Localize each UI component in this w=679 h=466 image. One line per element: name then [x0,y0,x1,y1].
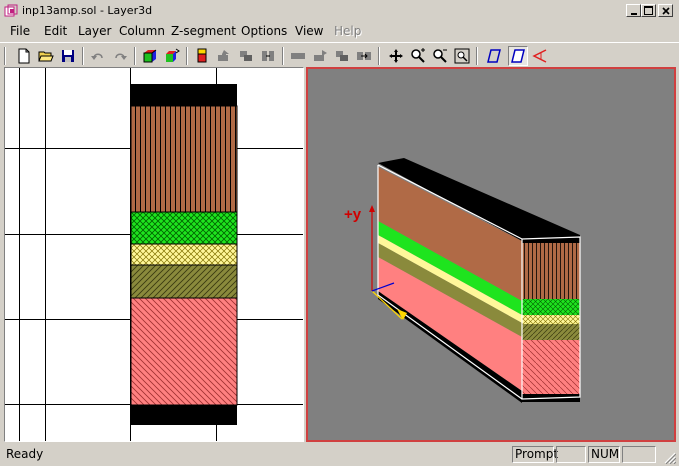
close-icon [661,6,670,15]
layer-move-up-icon [218,50,229,61]
layer-pink[interactable] [130,297,238,406]
toolbar-separator [282,47,284,65]
column-delete-button[interactable] [288,46,308,66]
front-green [522,299,580,315]
toolbar [0,42,679,69]
minimize-button[interactable] [626,4,641,17]
zoom-out-icon [433,49,447,63]
layer-green[interactable] [130,211,238,245]
menu-help[interactable]: Help [334,24,361,38]
layer-column[interactable] [130,84,238,425]
layer-copy-button[interactable] [236,46,256,66]
menu-layer[interactable]: Layer [78,24,111,38]
triangle-red-icon [532,49,547,63]
zoom-in-icon [411,48,425,63]
column-copy-icon [336,51,348,61]
column-split-icon [357,52,371,60]
layer-black-top[interactable] [131,84,237,106]
save-button[interactable] [58,46,78,66]
column-3d-canvas[interactable]: +y [308,69,674,440]
toolbar-separator [378,47,380,65]
menu-edit[interactable]: Edit [44,24,67,38]
front-yellow [522,315,580,324]
front-olive [522,324,580,340]
status-blank-pane [556,446,586,463]
layer-split-icon [262,51,274,61]
app-window: inp13amp.sol - Layer3d File Edit Layer C… [0,0,679,466]
column-delete-icon [291,53,305,59]
title-bar[interactable]: inp13amp.sol - Layer3d [0,0,679,22]
column-2d-canvas[interactable] [5,68,303,441]
toolbar-separator [186,47,188,65]
pan-button[interactable] [386,46,406,66]
window-title: inp13amp.sol - Layer3d [22,4,153,17]
parallelogram-blue-button[interactable] [484,46,504,66]
layer-app-icon [4,4,18,17]
column-3d-view[interactable]: +y [306,67,676,442]
zoom-fit-button[interactable] [452,46,472,66]
layer-move-up-button[interactable] [214,46,234,66]
zoom-in-button[interactable] [408,46,428,66]
parallelogram-outline-button[interactable] [508,46,528,66]
status-scroll-pane [622,446,656,463]
column-2d-view[interactable] [4,67,304,442]
parallelogram-blue-icon [487,49,501,63]
layer-yellow[interactable] [130,243,238,266]
menu-column[interactable]: Column [119,24,165,38]
zoom-out-button[interactable] [430,46,450,66]
red-block-button[interactable] [192,46,212,66]
open-folder-icon [38,51,54,62]
rotate-cube-button[interactable] [162,46,182,66]
front-brown [522,243,580,299]
minimize-icon [630,12,637,15]
pan-icon [389,49,403,63]
save-disk-icon [62,50,74,62]
menu-file[interactable]: File [10,24,30,38]
triangle-red-button[interactable] [530,46,550,66]
toolbar-separator [134,47,136,65]
menu-view[interactable]: View [295,24,323,38]
toolbar-separator [82,47,84,65]
redo-button[interactable] [110,46,130,66]
layer-split-button[interactable] [258,46,278,66]
resize-grip-icon[interactable] [664,452,676,464]
y-axis-label: +y [344,206,362,223]
status-bar: Ready Prompt NUM [0,444,679,466]
column-split-button[interactable] [354,46,374,66]
layer-brown[interactable] [130,105,238,213]
rotate-cube-icon [166,48,180,62]
color-cube-button[interactable] [140,46,160,66]
status-prompt-pane: Prompt [512,446,558,463]
menu-bar: File Edit Layer Column Z-segment Options… [0,22,679,40]
front-pink [522,340,580,394]
menu-options[interactable]: Options [241,24,287,38]
color-cube-icon [143,49,157,63]
close-button[interactable] [658,4,673,17]
redo-icon [115,53,127,60]
toolbar-separator [476,47,478,65]
layer-olive[interactable] [130,264,238,299]
status-num-label: NUM [591,447,620,461]
undo-button[interactable] [88,46,108,66]
status-ready-text: Ready [6,447,44,461]
parallelogram-outline-icon [511,49,525,63]
layer-copy-icon [240,51,252,61]
undo-icon [91,53,103,60]
toolbar-grip [4,47,6,65]
status-num-pane: NUM [588,446,620,463]
red-block-icon [197,48,207,63]
new-file-icon [18,48,30,64]
new-file-button[interactable] [14,46,34,66]
column-move-button[interactable] [310,46,330,66]
column-move-icon [314,50,327,61]
front-face[interactable] [522,235,580,402]
maximize-button[interactable] [641,4,656,17]
menu-z-segment[interactable]: Z-segment [171,24,236,38]
maximize-icon [644,6,653,15]
column-copy-button[interactable] [332,46,352,66]
zoom-fit-icon [454,48,470,64]
status-prompt-label: Prompt [515,447,559,461]
open-button[interactable] [36,46,56,66]
layer-black-bottom[interactable] [131,405,237,425]
